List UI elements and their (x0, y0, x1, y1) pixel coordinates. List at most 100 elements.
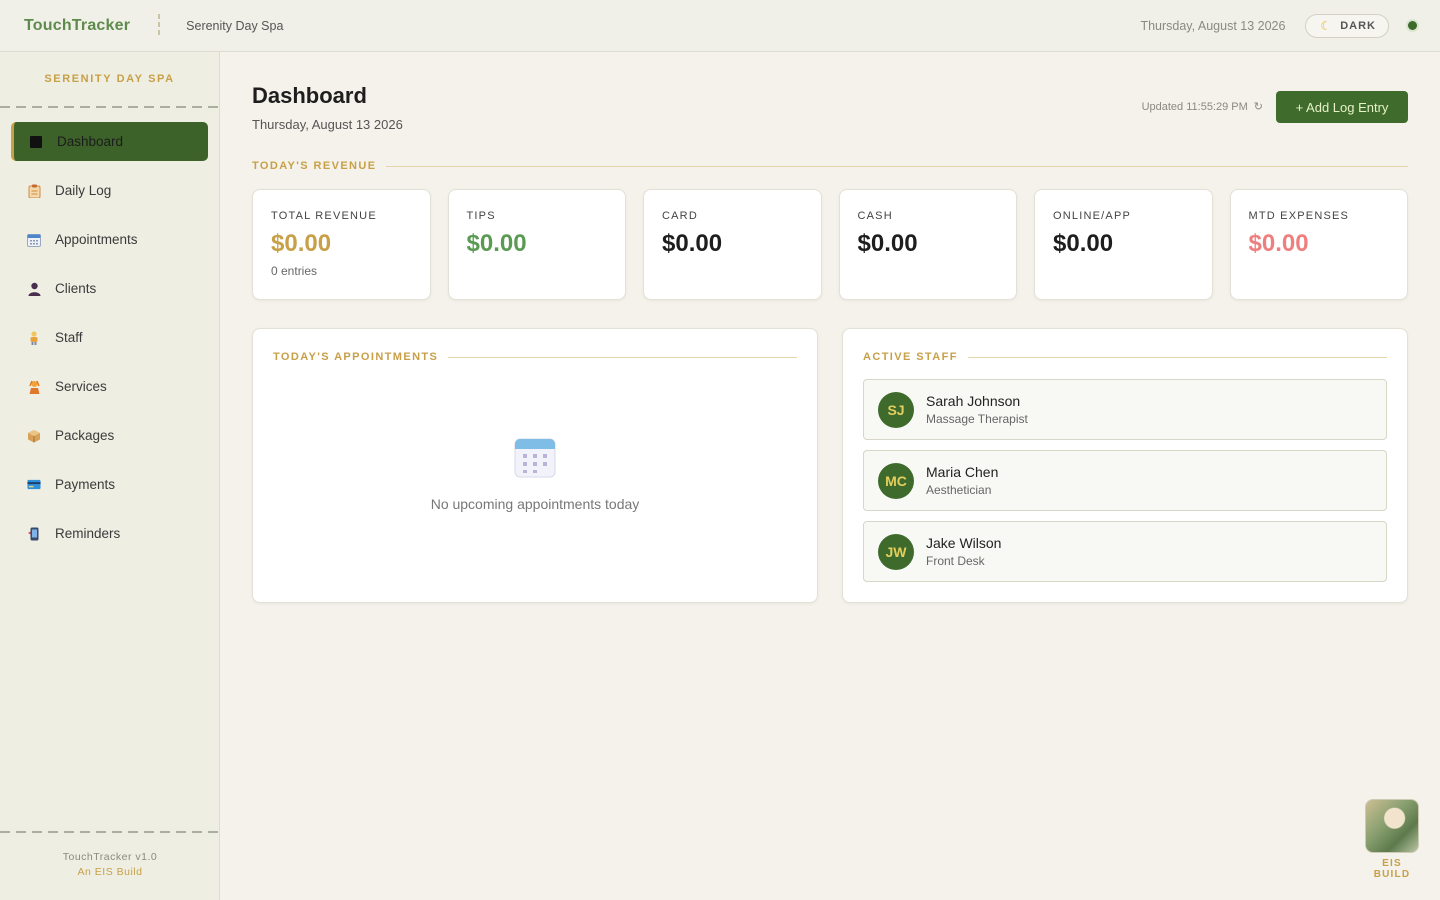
phone-icon (27, 527, 41, 541)
staff-role: Aesthetician (926, 483, 992, 497)
staff-name: Maria Chen (926, 464, 999, 480)
avatar: JW (878, 533, 914, 570)
heading-rule (448, 356, 797, 358)
person-icon (27, 282, 41, 296)
todays-appointments-panel: TODAY'S APPOINTMENTS No upcoming appoint… (252, 328, 818, 603)
sidebar-item-label: Clients (55, 281, 97, 296)
sidebar-item-label: Staff (55, 330, 83, 345)
card-value: $0.00 (1248, 230, 1309, 257)
sidebar-item-label: Daily Log (55, 183, 112, 198)
credit-card-icon (27, 478, 41, 492)
eis-build-image (1365, 799, 1419, 853)
sidebar-item-appointments[interactable]: Appointments (11, 220, 208, 259)
last-updated: Updated 11:55:29 PM ↻ (1141, 100, 1263, 114)
online-status-indicator (1408, 21, 1417, 30)
sidebar-item-packages[interactable]: Packages (11, 416, 208, 455)
staff-info: Jake Wilson Front Desk (926, 535, 1001, 568)
page-date: Thursday, August 13 2026 (252, 117, 403, 132)
sidebar-nav: Dashboard Daily Log Appointments Clients… (0, 108, 219, 553)
brand-logo[interactable]: TouchTracker (24, 17, 130, 35)
cash-card: CASH $0.00 (838, 189, 1017, 300)
staff-info: Sarah Johnson Massage Therapist (926, 393, 1028, 426)
card-label: ONLINE/APP (1053, 210, 1132, 222)
mtd-expenses-card: MTD EXPENSES $0.00 (1229, 189, 1408, 300)
staff-role: Front Desk (926, 554, 985, 568)
card-value: $0.00 (271, 230, 332, 257)
staff-row[interactable]: JW Jake Wilson Front Desk (863, 521, 1387, 582)
sidebar: SERENITY DAY SPA Dashboard Daily Log App… (0, 52, 220, 900)
staff-row[interactable]: SJ Sarah Johnson Massage Therapist (863, 379, 1387, 440)
sidebar-item-staff[interactable]: Staff (11, 318, 208, 357)
tips-card: TIPS $0.00 (447, 189, 626, 300)
top-date: Thursday, August 13 2026 (1140, 18, 1286, 33)
total-revenue-card: TOTAL REVENUE $0.00 0 entries (252, 189, 431, 300)
sidebar-footer-divider (0, 831, 220, 833)
sidebar-item-services[interactable]: Services (11, 367, 208, 406)
revenue-section-heading: TODAY'S REVENUE (252, 160, 1408, 172)
refresh-icon[interactable]: ↻ (1254, 100, 1263, 113)
sidebar-title: SERENITY DAY SPA (44, 73, 175, 85)
staff-info: Maria Chen Aesthetician (926, 464, 998, 497)
theme-toggle-button[interactable]: ☾ DARK (1305, 13, 1389, 38)
staff-role: Massage Therapist (926, 412, 1028, 426)
dashboard-icon (29, 135, 43, 149)
sidebar-item-label: Services (55, 379, 107, 394)
card-label: TIPS (466, 210, 496, 222)
calendar-icon (514, 438, 556, 483)
top-right-group: Thursday, August 13 2026 ☾ DARK (1140, 13, 1440, 38)
sidebar-item-label: Dashboard (57, 134, 124, 149)
heading-rule (967, 356, 1387, 358)
page-title: Dashboard (252, 83, 367, 108)
sidebar-item-clients[interactable]: Clients (11, 269, 208, 308)
eis-build-badge[interactable]: EIS BUILD (1364, 799, 1420, 880)
online-app-card: ONLINE/APP $0.00 (1034, 189, 1213, 300)
build-credit: An EIS Build (77, 866, 143, 878)
moon-icon: ☾ (1320, 18, 1333, 33)
staff-name: Jake Wilson (926, 535, 1002, 551)
staff-heading-text: ACTIVE STAFF (863, 351, 958, 363)
revenue-cards: TOTAL REVENUE $0.00 0 entries TIPS $0.00… (252, 189, 1408, 300)
card-label: MTD EXPENSES (1248, 210, 1350, 222)
calendar-icon (27, 233, 41, 247)
business-name: Serenity Day Spa (186, 18, 284, 33)
sidebar-footer: TouchTracker v1.0 An EIS Build (0, 831, 220, 900)
package-icon (27, 429, 41, 443)
card-value: $0.00 (857, 230, 918, 257)
appointments-empty-state: No upcoming appointments today (253, 437, 817, 512)
sidebar-item-payments[interactable]: Payments (11, 465, 208, 504)
appointments-heading-text: TODAY'S APPOINTMENTS (273, 351, 439, 363)
sidebar-item-label: Packages (55, 428, 115, 443)
heading-rule (386, 165, 1408, 167)
staff-list: SJ Sarah Johnson Massage Therapist MC Ma… (863, 379, 1387, 592)
sidebar-item-label: Reminders (55, 526, 121, 541)
card-value: $0.00 (662, 230, 723, 257)
staff-name: Sarah Johnson (926, 393, 1021, 409)
app-version: TouchTracker v1.0 (62, 851, 158, 863)
active-staff-panel: ACTIVE STAFF SJ Sarah Johnson Massage Th… (842, 328, 1408, 603)
card-subtext: 0 entries (271, 264, 318, 278)
services-icon (27, 380, 41, 394)
card-value: $0.00 (466, 230, 527, 257)
card-label: CASH (857, 210, 893, 222)
sidebar-item-dashboard[interactable]: Dashboard (11, 122, 208, 161)
top-bar: TouchTracker Serenity Day Spa Thursday, … (0, 0, 1440, 52)
revenue-heading-text: TODAY'S REVENUE (252, 160, 377, 172)
last-updated-text: Updated 11:55:29 PM (1141, 100, 1248, 113)
card-value: $0.00 (1053, 230, 1114, 257)
theme-toggle-label: DARK (1340, 19, 1376, 32)
add-log-entry-button[interactable]: + Add Log Entry (1276, 91, 1408, 123)
staff-row[interactable]: MC Maria Chen Aesthetician (863, 450, 1387, 511)
eis-build-label: EIS BUILD (1373, 858, 1411, 880)
avatar: MC (878, 462, 914, 499)
appointments-heading: TODAY'S APPOINTMENTS (273, 351, 797, 363)
card-payments-card: CARD $0.00 (643, 189, 822, 300)
avatar: SJ (878, 391, 914, 428)
brand-divider (158, 13, 161, 38)
staff-heading: ACTIVE STAFF (863, 351, 1387, 363)
card-label: TOTAL REVENUE (271, 210, 377, 222)
sidebar-item-label: Appointments (55, 232, 138, 247)
sidebar-item-daily-log[interactable]: Daily Log (11, 171, 208, 210)
sidebar-item-reminders[interactable]: Reminders (11, 514, 208, 553)
clipboard-icon (27, 184, 41, 198)
staff-icon (27, 330, 41, 345)
